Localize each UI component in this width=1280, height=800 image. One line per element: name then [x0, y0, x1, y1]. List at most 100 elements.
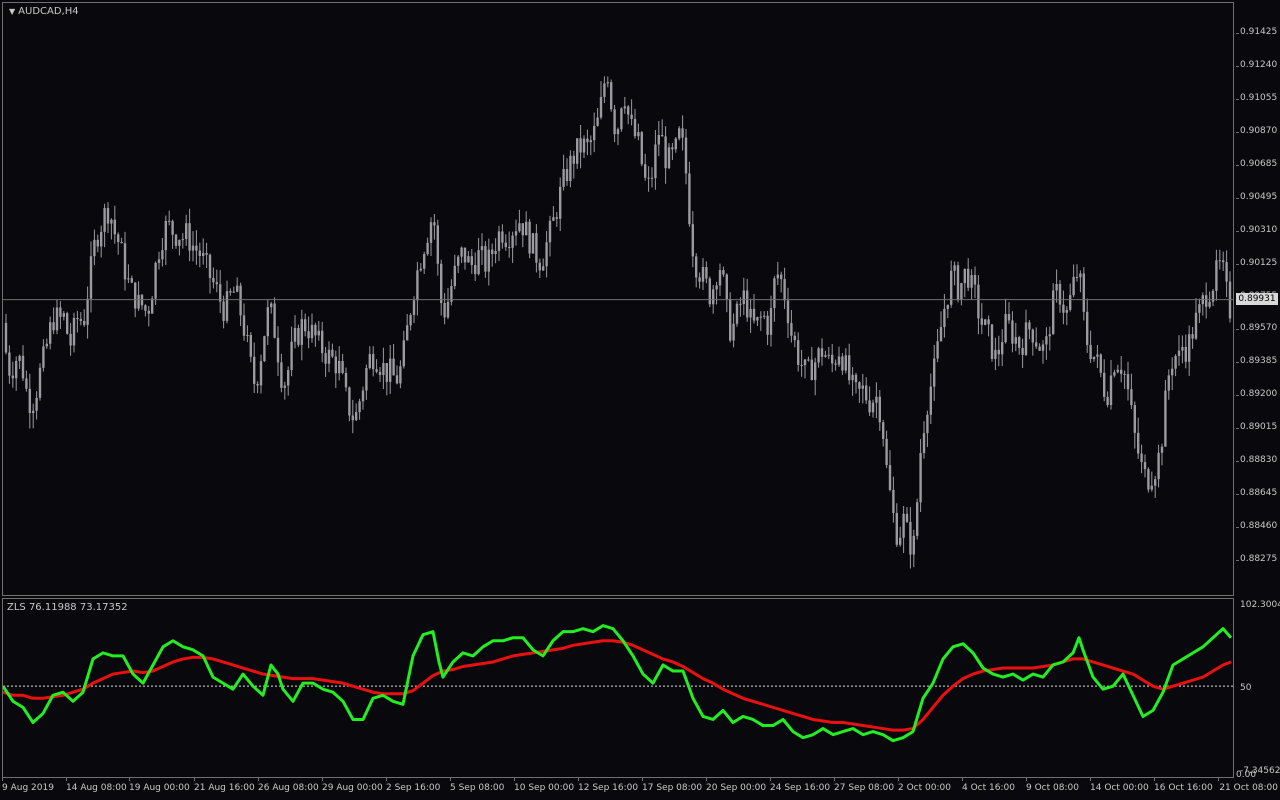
candle-body — [1147, 469, 1150, 490]
time-tick-mark — [194, 778, 195, 781]
candle-body — [1038, 346, 1041, 351]
candle-body — [79, 319, 82, 322]
time-tick-mark — [1026, 778, 1027, 781]
candle-body — [1167, 375, 1170, 391]
candle-body — [351, 415, 354, 421]
candle-body — [984, 319, 987, 325]
candle-body — [1031, 329, 1034, 343]
candle-body — [1120, 369, 1123, 374]
candle-body — [1028, 322, 1031, 330]
candle-body — [994, 349, 997, 360]
price-tick-label: 0.90685 — [1240, 158, 1278, 169]
candle-body — [1011, 320, 1014, 344]
candle-body — [858, 382, 861, 389]
price-tick-mark — [1236, 395, 1239, 397]
candle-body — [55, 307, 59, 331]
candle-body — [780, 274, 783, 280]
candle-body — [579, 138, 582, 153]
candle-body — [69, 333, 72, 346]
candle-body — [695, 256, 698, 278]
candle-body — [582, 138, 586, 153]
candle-body — [110, 219, 113, 224]
candle-body — [477, 250, 480, 275]
candle-body — [59, 307, 62, 317]
candle-body — [664, 136, 667, 169]
candle-body — [290, 341, 293, 371]
candle-body — [426, 242, 429, 255]
indicator-pane[interactable]: ZLS 76.11988 73.17352 — [2, 598, 1234, 778]
time-axis-label: 21 Aug 16:00 — [194, 783, 255, 793]
candle-body — [705, 267, 708, 279]
candle-body — [562, 169, 565, 187]
candle-body — [484, 246, 487, 272]
candle-body — [545, 242, 548, 267]
time-axis[interactable]: 9 Aug 2019 14 Aug 08:00 19 Aug 00:00 21 Aug… — [0, 778, 1280, 800]
candle-body — [103, 208, 106, 232]
candle-body — [514, 231, 518, 236]
time-axis-label: 14 Oct 00:00 — [1090, 783, 1149, 793]
candle-body — [1137, 432, 1140, 454]
candle-body — [324, 353, 327, 364]
candle-body — [752, 308, 756, 321]
price-tick-mark — [1236, 33, 1239, 34]
candle-body — [834, 363, 837, 365]
candle-body — [280, 362, 283, 388]
candle-body — [270, 303, 273, 308]
candle-body — [603, 83, 606, 97]
time-axis-label: 27 Sep 08:00 — [834, 783, 895, 793]
candle-body — [844, 355, 847, 371]
candle-body — [919, 453, 922, 503]
candlestick-chart — [3, 76, 1233, 569]
candle-body — [96, 239, 99, 247]
time-tick-mark — [1218, 778, 1219, 781]
candle-body — [453, 265, 456, 287]
candle-body — [93, 239, 96, 257]
candle-body — [11, 375, 14, 379]
candle-body — [327, 349, 331, 364]
candle-body — [1079, 273, 1082, 278]
candle-body — [423, 254, 426, 269]
candle-body — [334, 356, 337, 374]
candle-body — [66, 313, 69, 334]
candle-body — [416, 270, 419, 301]
candle-body — [967, 268, 970, 288]
candle-body — [518, 223, 521, 232]
candle-body — [970, 275, 973, 288]
candle-body — [538, 262, 541, 271]
candle-body — [773, 278, 776, 309]
candle-body — [470, 256, 473, 266]
candle-body — [266, 307, 269, 337]
candle-body — [535, 233, 538, 263]
time-axis-label: 9 Aug 2019 — [2, 783, 54, 793]
candle-body — [1018, 337, 1021, 348]
candle-body — [885, 438, 888, 466]
candle-body — [708, 278, 711, 305]
candle-body — [1058, 283, 1062, 305]
candle-body — [378, 371, 382, 376]
candle-body — [181, 239, 184, 241]
candle-body — [854, 374, 858, 383]
price-chart-pane[interactable]: ▼ AUDCAD,H4 — [2, 2, 1234, 596]
candle-body — [851, 374, 854, 381]
candle-body — [35, 397, 38, 411]
candle-body — [627, 106, 630, 115]
candle-body — [936, 341, 939, 359]
candle-body — [497, 231, 501, 251]
candle-body — [980, 318, 983, 325]
candle-body — [837, 356, 841, 365]
price-tick-mark — [1236, 461, 1239, 463]
candle-body — [154, 262, 157, 299]
candle-body — [542, 266, 545, 271]
candle-body — [229, 291, 232, 293]
candle-body — [402, 340, 405, 367]
candle-body — [215, 282, 218, 285]
candle-body — [783, 279, 786, 301]
candle-body — [219, 284, 222, 302]
candle-body — [504, 242, 507, 248]
indicator-axis[interactable]: 102.3004750-7.345620.00 — [1236, 598, 1280, 780]
candle-body — [137, 294, 140, 309]
candle-body — [888, 465, 892, 490]
candle-body — [256, 383, 259, 386]
candle-body — [460, 247, 463, 257]
candle-body — [28, 388, 31, 414]
